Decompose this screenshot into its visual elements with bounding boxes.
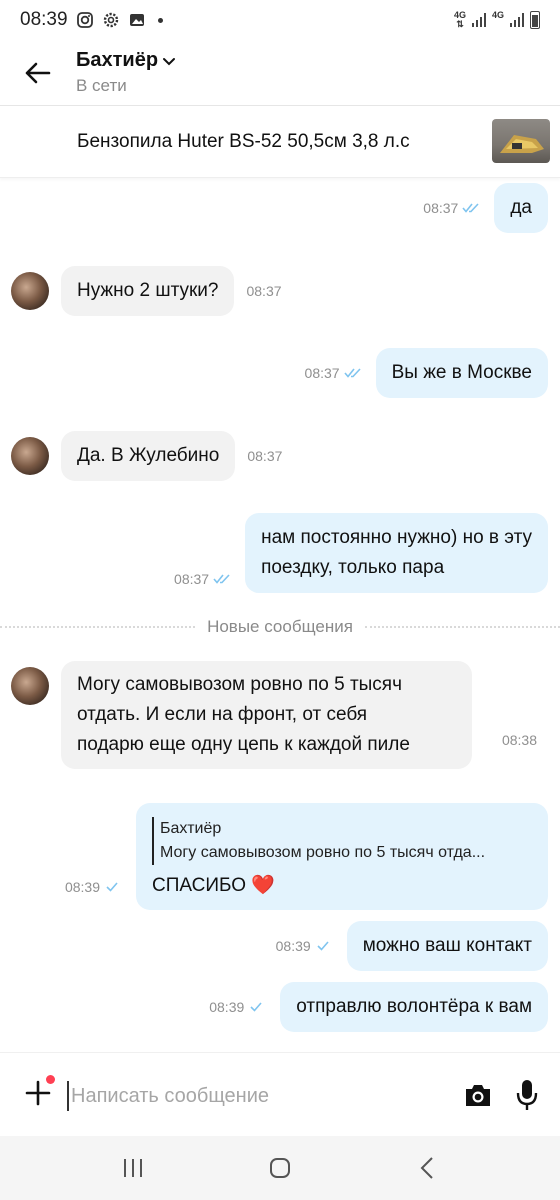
message-time: 08:39 (276, 938, 335, 954)
message-outgoing[interactable]: 08:37 нам постоянно нужно) но в эту поез… (174, 513, 548, 593)
contact-name: Бахтиёр (76, 49, 159, 71)
read-ticks-icon (213, 574, 230, 584)
quoted-text: Могу самовывозом ровно по 5 тысяч отда..… (160, 843, 486, 861)
message-time: 08:37 (305, 365, 364, 381)
message-time: 08:37 (246, 283, 282, 299)
message-bubble: нам постоянно нужно) но в эту поездку, т… (245, 513, 548, 593)
message-bubble: Бахтиёр Могу самовывозом ровно по 5 тыся… (136, 803, 548, 910)
chat-screen: 08:39 4G ⇅ 4G Бахтиёр В сети Бензопила H… (0, 0, 560, 1200)
message-line: отдать. И если на фронт, от себя (77, 704, 368, 725)
message-bubble: Могу самовывозом ровно по 5 тысяч отдать… (61, 661, 537, 769)
message-bubble: отправлю волонтёра к вам (280, 982, 548, 1032)
nav-back-button[interactable] (407, 1148, 447, 1188)
signal-bars-icon-2 (510, 13, 524, 27)
new-messages-divider: Новые сообщения (0, 616, 560, 638)
message-bubble: да (494, 183, 548, 233)
battery-icon (530, 11, 540, 29)
contact-status: В сети (76, 76, 127, 95)
quoted-author: Бахтиёр (160, 819, 222, 837)
message-bubble: Вы же в Москве (375, 348, 548, 398)
home-button[interactable] (260, 1148, 300, 1188)
message-time: 08:37 (423, 200, 482, 216)
message-time: 08:39 (209, 999, 268, 1015)
read-ticks-icon (343, 368, 361, 378)
message-bubble: Нужно 2 штуки? (61, 266, 235, 316)
network-type-2: 4G (491, 10, 504, 20)
message-line: Могу самовывозом ровно по 5 тысяч (77, 674, 402, 695)
attach-badge-dot (46, 1075, 55, 1084)
message-time: 08:38 (501, 732, 537, 748)
gallery-icon (129, 14, 144, 26)
back-button[interactable] (0, 40, 76, 106)
signal-bars-icon (471, 13, 486, 27)
notification-dot (157, 17, 163, 23)
delivered-tick-icon (250, 1002, 262, 1012)
avatar[interactable] (11, 437, 49, 475)
message-line: подарю еще одну цепь к каждой пиле (77, 734, 410, 755)
camera-icon[interactable] (463, 1081, 493, 1109)
recent-apps-button[interactable] (113, 1148, 153, 1188)
chat-header: Бахтиёр В сети (0, 40, 560, 106)
message-bubble: Да. В Жулебино (61, 431, 236, 481)
message-time: 08:37 (174, 571, 233, 587)
quoted-message[interactable]: Бахтиёр Могу самовывозом ровно по 5 тыся… (152, 816, 486, 865)
message-outgoing-reply[interactable]: 08:39 Бахтиёр Могу самовывозом ровно по … (65, 803, 548, 910)
divider-label: Новые сообщения (207, 617, 353, 636)
message-outgoing[interactable]: 08:37 да (423, 183, 548, 233)
message-incoming[interactable]: Нужно 2 штуки? 08:37 (61, 266, 282, 316)
message-bubble: можно ваш контакт (346, 921, 548, 971)
avatar[interactable] (11, 667, 49, 705)
chevron-down-icon[interactable] (162, 56, 176, 66)
system-nav-bar (0, 1136, 560, 1200)
message-line: нам постоянно нужно) но в эту (261, 527, 532, 548)
message-outgoing[interactable]: 08:37 Вы же в Москве (305, 348, 548, 398)
status-time: 08:39 (20, 9, 68, 30)
recent-apps-icon (124, 1159, 143, 1177)
message-outgoing[interactable]: 08:39 отправлю волонтёра к вам (209, 982, 548, 1032)
listing-thumbnail[interactable] (492, 119, 550, 163)
read-ticks-icon (462, 203, 479, 213)
delivered-tick-icon (106, 881, 118, 892)
message-time: 08:39 (65, 879, 124, 895)
status-bar: 08:39 4G ⇅ 4G (0, 0, 560, 40)
composer-bar (0, 1052, 560, 1136)
listing-title: Бензопила Huter BS-52 50,5см 3,8 л.с (77, 130, 410, 152)
instagram-icon (76, 12, 93, 28)
message-input[interactable] (67, 1081, 427, 1111)
home-icon (269, 1158, 290, 1178)
message-time: 08:37 (247, 448, 283, 464)
nav-back-icon (420, 1157, 433, 1179)
network-type-1: 4G ⇅ (453, 10, 466, 29)
message-text: СПАСИБО ❤️ (152, 874, 275, 896)
arrow-left-icon (25, 62, 51, 83)
avatar[interactable] (11, 272, 49, 310)
message-incoming[interactable]: Да. В Жулебино 08:37 (61, 431, 282, 481)
message-outgoing[interactable]: 08:39 можно ваш контакт (276, 921, 548, 971)
message-incoming[interactable]: Могу самовывозом ровно по 5 тысяч отдать… (61, 661, 537, 769)
listing-bar[interactable]: Бензопила Huter BS-52 50,5см 3,8 л.с (0, 106, 560, 178)
microphone-icon[interactable] (515, 1078, 539, 1112)
message-line: поездку, только пара (261, 557, 445, 578)
contact-info[interactable]: Бахтиёр В сети (76, 49, 176, 96)
delivered-tick-icon (317, 941, 329, 951)
settings-gear-icon (103, 12, 118, 28)
